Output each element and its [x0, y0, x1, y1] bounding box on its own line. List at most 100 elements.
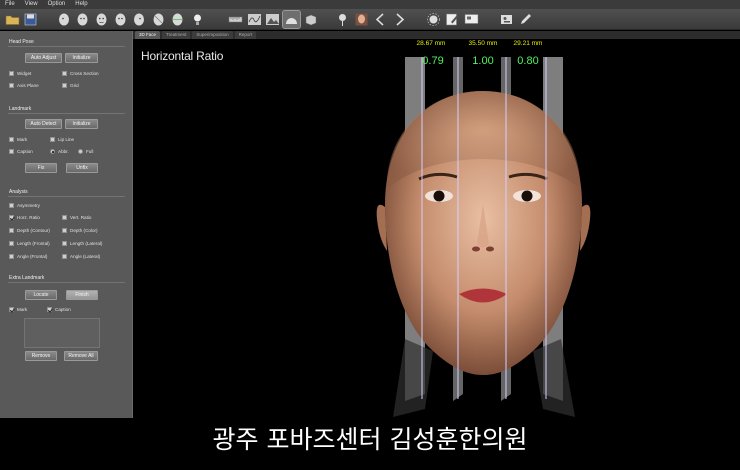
length-lateral-checkbox[interactable]: Length (Lateral) — [62, 241, 102, 246]
head-pose-initialize-button[interactable]: Initialize — [65, 53, 98, 63]
abbr-label: Abbr. — [58, 149, 69, 154]
tab-report[interactable]: Report — [234, 31, 257, 39]
face-profile-icon[interactable] — [55, 11, 72, 28]
sun-icon[interactable] — [425, 11, 442, 28]
angle-lateral-checkbox[interactable]: Angle (Lateral) — [62, 254, 100, 259]
full-radio[interactable]: Full — [78, 149, 93, 154]
widget-label: Widget — [17, 71, 32, 76]
length-frontal-checkbox[interactable]: Length (Frontal) — [9, 241, 50, 246]
side-panel: Head Pose Auto Adjust Initialize Widget … — [0, 31, 133, 418]
analysis-title: Analysis — [9, 189, 28, 195]
lip-line-checkbox[interactable]: Lip Line — [50, 137, 74, 142]
radio-dot[interactable] — [78, 149, 83, 154]
angle-frontal-label: Angle (Frontal) — [17, 254, 48, 259]
extra-mark-checkbox[interactable]: Mark — [9, 307, 27, 312]
menu-help[interactable]: Help — [70, 0, 92, 9]
divider — [8, 196, 125, 197]
auto-adjust-button[interactable]: Auto Adjust — [25, 53, 62, 63]
depth-color-label: Depth (Color) — [70, 228, 98, 233]
settings-icon[interactable] — [498, 11, 515, 28]
remove-all-button[interactable]: Remove All — [64, 351, 98, 361]
toolbar — [0, 9, 740, 30]
open-folder-icon[interactable] — [4, 11, 21, 28]
arrow-left-icon[interactable] — [372, 11, 389, 28]
face-right-icon[interactable] — [112, 11, 129, 28]
right-iris — [521, 190, 533, 202]
pen-icon[interactable] — [517, 11, 534, 28]
face-render — [376, 57, 591, 417]
menu-file[interactable]: File — [0, 0, 20, 9]
face-icon[interactable] — [131, 11, 148, 28]
checkbox-box[interactable] — [62, 241, 67, 246]
half-face-icon[interactable] — [282, 10, 301, 29]
face-scan-icon[interactable] — [169, 11, 186, 28]
checkbox-box[interactable] — [62, 71, 67, 76]
arrow-right-icon[interactable] — [391, 11, 408, 28]
locate-button[interactable]: Locate — [25, 290, 57, 300]
checkbox-box[interactable] — [9, 203, 14, 208]
measurement-left: 28.67 mm — [416, 40, 446, 47]
mark-checkbox[interactable]: Mark — [9, 137, 27, 142]
3d-viewport[interactable]: Horizontal Ratio 28.67 mm 35.50 mm 29.21… — [133, 39, 740, 418]
checkbox-box[interactable] — [9, 71, 14, 76]
vert-ratio-checkbox[interactable]: Vert. Ratio — [62, 215, 91, 220]
tab-superimposition[interactable]: Superimposition — [192, 31, 233, 39]
cube-icon[interactable] — [302, 11, 319, 28]
ratio-right: 0.80 — [517, 55, 539, 67]
checkbox-box[interactable] — [9, 307, 14, 312]
curve-icon[interactable] — [246, 11, 263, 28]
mountain-icon[interactable] — [264, 11, 281, 28]
checkbox-box[interactable] — [62, 228, 67, 233]
landmark-initialize-button[interactable]: Initialize — [65, 119, 98, 129]
checkbox-box[interactable] — [62, 215, 67, 220]
checkbox-box[interactable] — [9, 137, 14, 142]
analysis-mode-title: Horizontal Ratio — [141, 49, 224, 63]
checkbox-box[interactable] — [50, 137, 55, 142]
edit-icon[interactable] — [444, 11, 461, 28]
checkbox-box[interactable] — [9, 149, 14, 154]
checkbox-box[interactable] — [9, 254, 14, 259]
horz-ratio-checkbox[interactable]: Horz. Ratio — [9, 215, 40, 220]
finish-button[interactable]: Finish — [66, 290, 98, 300]
landmark-caption-checkbox[interactable]: Caption — [9, 149, 33, 154]
checkbox-box[interactable] — [47, 307, 52, 312]
checkbox-box[interactable] — [9, 83, 14, 88]
asymmetry-checkbox[interactable]: Asymmetry — [9, 203, 40, 208]
portrait-icon[interactable] — [353, 11, 370, 28]
face-left-icon[interactable] — [74, 11, 91, 28]
left-plane-shadow — [393, 339, 433, 417]
checkbox-box[interactable] — [9, 228, 14, 233]
lamp-icon[interactable] — [189, 11, 206, 28]
widget-checkbox[interactable]: Widget — [9, 71, 31, 76]
auto-detect-button[interactable]: Auto Detect — [25, 119, 62, 129]
length-frontal-label: Length (Frontal) — [17, 241, 50, 246]
radio-dot[interactable] — [50, 149, 55, 154]
depth-color-checkbox[interactable]: Depth (Color) — [62, 228, 98, 233]
menu-view[interactable]: View — [20, 0, 43, 9]
monitor-icon[interactable] — [463, 11, 480, 28]
checkbox-box[interactable] — [9, 241, 14, 246]
tab-3d-face[interactable]: 3D Face — [135, 31, 161, 39]
checkbox-box[interactable] — [62, 83, 67, 88]
depth-contour-checkbox[interactable]: Depth (Contour) — [9, 228, 50, 233]
extra-caption-checkbox[interactable]: Caption — [47, 307, 71, 312]
axis-plane-checkbox[interactable]: Axis Plane — [9, 83, 39, 88]
ruler-icon[interactable] — [227, 11, 244, 28]
extra-mark-label: Mark — [17, 307, 28, 312]
checkbox-box[interactable] — [9, 215, 14, 220]
angle-frontal-checkbox[interactable]: Angle (Frontal) — [9, 254, 47, 259]
extra-landmark-list[interactable] — [24, 318, 100, 348]
fix-button[interactable]: Fix — [25, 163, 57, 173]
save-icon[interactable] — [22, 11, 39, 28]
unfix-button[interactable]: Unfix — [66, 163, 98, 173]
cross-section-checkbox[interactable]: Cross Section — [62, 71, 99, 76]
menu-option[interactable]: Option — [43, 0, 71, 9]
grid-checkbox[interactable]: Grid — [62, 83, 79, 88]
pin-icon[interactable] — [334, 11, 351, 28]
face-front-icon[interactable] — [93, 11, 110, 28]
checkbox-box[interactable] — [62, 254, 67, 259]
abbr-radio[interactable]: Abbr. — [50, 149, 69, 154]
tab-treatment[interactable]: Treatment — [162, 31, 191, 39]
remove-button[interactable]: Remove — [25, 351, 57, 361]
face-alt-icon[interactable] — [150, 11, 167, 28]
